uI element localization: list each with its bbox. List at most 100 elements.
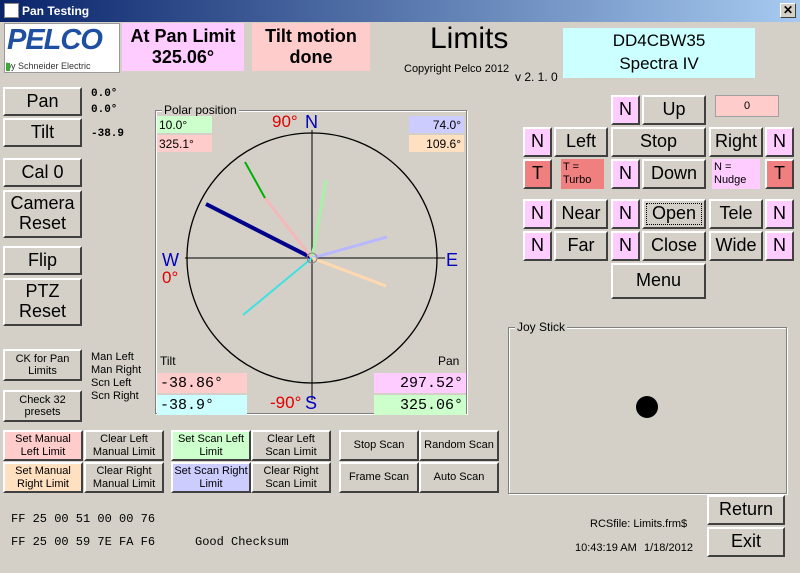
pan-readout-2: 0.0° <box>91 104 118 116</box>
set-manual-left-button[interactable]: Set Manual Left Limit <box>3 430 83 461</box>
flip-button[interactable]: Flip <box>3 246 82 275</box>
device-id: DD4CBW35 <box>612 31 706 51</box>
clear-left-scan-button[interactable]: Clear Left Scan Limit <box>251 430 331 461</box>
up-button[interactable]: Up <box>642 95 706 125</box>
copyright-text: Copyright Pelco 2012 <box>404 63 510 75</box>
set-manual-right-button[interactable]: Set Manual Right Limit <box>3 462 83 493</box>
polar-0-label: 0° <box>162 268 179 287</box>
needle-lightgreen <box>310 179 328 259</box>
left-n-toggle[interactable]: N <box>523 127 552 157</box>
pan-limit-value: 325.06° <box>151 47 215 67</box>
tele-n-toggle[interactable]: N <box>765 199 794 229</box>
page-title: Limits <box>430 22 509 55</box>
clear-right-manual-button[interactable]: Clear Right Manual Limit <box>84 462 164 493</box>
title-bar: Pan Testing ✕ <box>0 0 800 22</box>
ptz-reset-button[interactable]: PTZ Reset <box>3 278 82 326</box>
wide-button[interactable]: Wide <box>709 231 763 261</box>
right-turbo-toggle[interactable]: T <box>765 159 794 189</box>
hex-line-1: FF 25 00 51 00 00 76 <box>11 512 156 526</box>
set-scan-left-button[interactable]: Set Scan Left Limit <box>171 430 251 461</box>
counter-display: 0 <box>715 95 779 117</box>
needle-darkblue <box>205 202 313 260</box>
close-button[interactable]: ✕ <box>780 3 796 18</box>
window-title: Pan Testing <box>22 4 90 18</box>
tilt-button[interactable]: Tilt <box>3 118 82 147</box>
cal0-button[interactable]: Cal 0 <box>3 158 82 187</box>
up-n-toggle[interactable]: N <box>611 95 640 125</box>
needle-pink <box>263 197 314 259</box>
pelco-logo: PELCO by Schneider Electric <box>4 23 120 73</box>
hex-line-2: FF 25 00 59 7E FA F6 <box>11 535 156 549</box>
right-button[interactable]: Right <box>709 127 763 157</box>
exit-button[interactable]: Exit <box>707 527 785 557</box>
auto-scan-button[interactable]: Auto Scan <box>419 462 499 493</box>
clock-date: 1/18/2012 <box>644 542 693 554</box>
polar-tilt-value-1: -38.86° <box>157 373 247 393</box>
limit-label-scn-left: Scn Left <box>91 377 132 389</box>
return-button[interactable]: Return <box>707 495 785 525</box>
polar-minus90-label: -90° <box>270 393 302 412</box>
polar-tl-value-2: 325.1° <box>157 135 212 152</box>
clock-time: 10:43:19 AM <box>575 542 637 554</box>
logo-brand: PELCO <box>7 24 103 56</box>
device-model: Spectra IV <box>619 54 699 73</box>
stop-scan-button[interactable]: Stop Scan <box>339 430 419 461</box>
polar-tr-value-1: 74.0° <box>409 116 464 133</box>
pan-button[interactable]: Pan <box>3 87 82 116</box>
polar-e-label: E <box>446 250 459 270</box>
polar-90-label: 90° <box>272 112 298 131</box>
tele-button[interactable]: Tele <box>709 199 763 229</box>
set-scan-right-button[interactable]: Set Scan Right Limit <box>171 462 251 493</box>
checksum-status: Good Checksum <box>195 535 289 549</box>
down-button[interactable]: Down <box>642 159 706 189</box>
clear-right-scan-button[interactable]: Clear Right Scan Limit <box>251 462 331 493</box>
limit-label-man-left: Man Left <box>91 351 134 363</box>
needle-green <box>244 161 266 199</box>
far-n-toggle[interactable]: N <box>523 231 552 261</box>
open-n-toggle[interactable]: N <box>611 199 640 229</box>
left-button[interactable]: Left <box>554 127 608 157</box>
clear-left-manual-button[interactable]: Clear Left Manual Limit <box>84 430 164 461</box>
ck-pan-limits-button[interactable]: CK for Pan Limits <box>3 349 82 381</box>
polar-tilt-value-2: -38.9° <box>157 395 247 415</box>
wide-n-toggle[interactable]: N <box>765 231 794 261</box>
left-turbo-toggle[interactable]: T <box>523 159 552 189</box>
limit-label-list: Man Left Man Right Scn Left Scn Right <box>91 351 141 403</box>
logo-sub: by Schneider Electric <box>6 61 91 71</box>
near-button[interactable]: Near <box>554 199 608 229</box>
version-text: v 2. 1. 0 <box>515 70 558 84</box>
joystick-handle[interactable] <box>636 396 658 418</box>
polar-pan-label: Pan <box>438 354 460 368</box>
polar-plot <box>185 130 445 400</box>
close-iris-button[interactable]: Close <box>642 231 706 261</box>
check32-presets-button[interactable]: Check 32 presets <box>3 390 82 422</box>
limit-label-man-right: Man Right <box>91 364 142 376</box>
menu-button[interactable]: Menu <box>611 263 706 299</box>
polar-tl-value-1: 10.0° <box>157 116 212 133</box>
frame-scan-button[interactable]: Frame Scan <box>339 462 419 493</box>
joystick-frame[interactable]: Joy Stick <box>508 320 787 494</box>
turbo-legend: T = Turbo <box>561 159 604 189</box>
tilt-status: Tilt motion done <box>252 23 370 71</box>
polar-tr-value-2: 109.6° <box>409 135 464 152</box>
open-button[interactable]: Open <box>642 199 706 229</box>
random-scan-button[interactable]: Random Scan <box>419 430 499 461</box>
logo-leaf-icon <box>6 63 10 71</box>
needle-peach <box>311 256 387 288</box>
pan-limit-status: At Pan Limit 325.06° <box>122 23 244 71</box>
polar-pan-value-2: 325.06° <box>374 395 466 415</box>
open-button-label: Open <box>651 203 697 224</box>
right-n-toggle[interactable]: N <box>765 127 794 157</box>
far-button[interactable]: Far <box>554 231 608 261</box>
joystick-caption: Joy Stick <box>515 320 568 334</box>
polar-s-label: S <box>305 393 318 413</box>
nudge-legend: N = Nudge <box>712 159 760 189</box>
down-n-toggle[interactable]: N <box>611 159 640 189</box>
near-n-toggle[interactable]: N <box>523 199 552 229</box>
tilt-status-line2: done <box>289 47 333 67</box>
stop-button[interactable]: Stop <box>611 127 706 157</box>
tilt-status-line1: Tilt motion <box>265 26 357 46</box>
polar-n-label: N <box>305 112 318 132</box>
close-n-toggle[interactable]: N <box>611 231 640 261</box>
camera-reset-button[interactable]: Camera Reset <box>3 190 82 238</box>
